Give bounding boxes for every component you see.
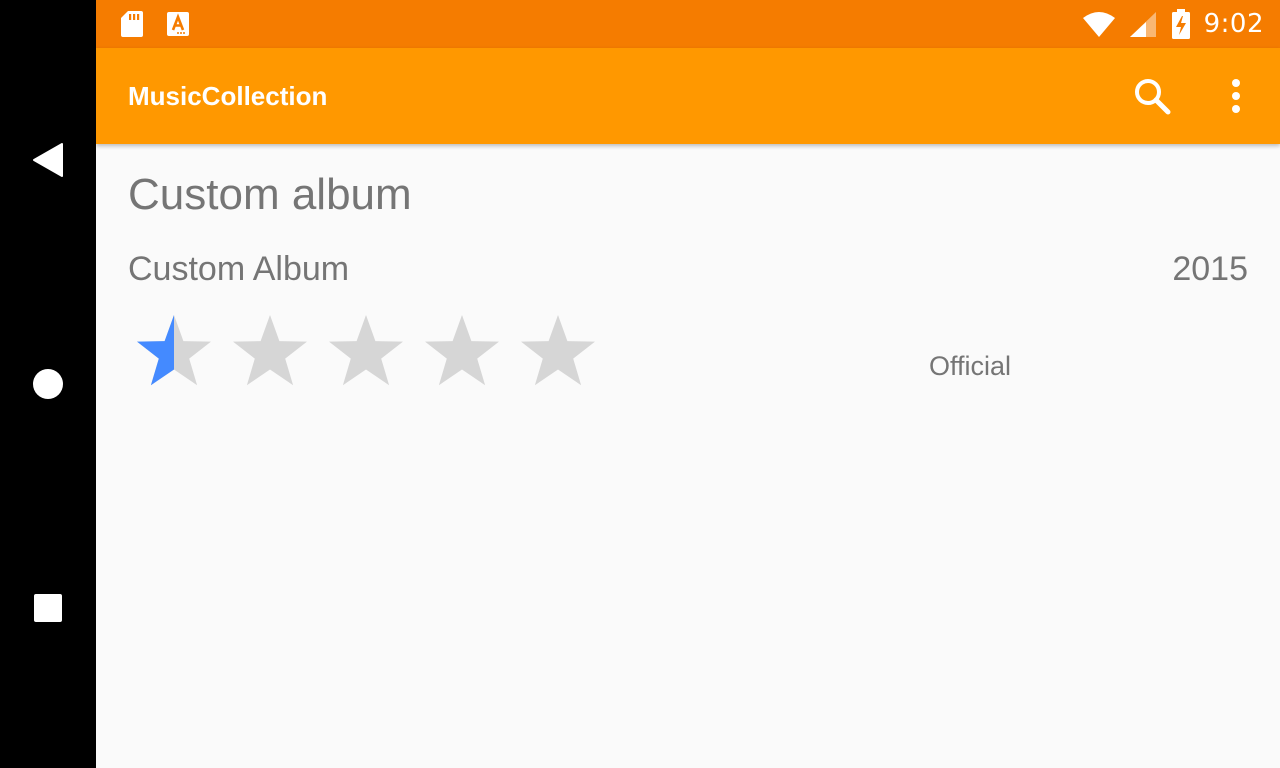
wifi-icon	[1082, 12, 1115, 37]
album-status: Official	[929, 351, 1012, 381]
system-status-icons: 9:02	[1082, 0, 1264, 48]
notification-icons	[120, 10, 190, 38]
album-year: 2015	[1172, 250, 1248, 288]
sd-card-icon	[121, 11, 143, 37]
star-icon[interactable]	[134, 314, 214, 394]
recents-button[interactable]	[0, 560, 96, 656]
star-icon[interactable]	[422, 314, 502, 394]
album-detail: Custom album Custom Album 2015 Official	[96, 144, 1280, 768]
home-button[interactable]	[0, 336, 96, 432]
search-icon	[1135, 79, 1171, 115]
more-vert-icon	[1232, 79, 1240, 113]
star-icon[interactable]	[230, 314, 310, 394]
album-name: Custom Album	[128, 250, 350, 288]
back-icon	[33, 143, 63, 177]
status-bar: 9:02	[96, 0, 1280, 48]
rating-bar[interactable]	[134, 314, 598, 394]
app-title: MusicCollection	[128, 81, 328, 111]
system-navigation-bar	[0, 0, 96, 768]
battery-charging-icon	[1171, 9, 1190, 39]
search-button[interactable]	[1128, 72, 1176, 120]
clock: 9:02	[1203, 9, 1264, 39]
page-title: Custom album	[128, 170, 412, 219]
overflow-menu-button[interactable]	[1212, 72, 1260, 120]
app-bar: MusicCollection	[96, 48, 1280, 144]
star-icon[interactable]	[326, 314, 406, 394]
signal-icon	[1129, 12, 1156, 37]
recents-icon	[34, 594, 62, 622]
home-icon	[33, 369, 63, 399]
star-icon[interactable]	[518, 314, 598, 394]
back-button[interactable]	[0, 112, 96, 208]
font-download-icon	[167, 12, 189, 36]
